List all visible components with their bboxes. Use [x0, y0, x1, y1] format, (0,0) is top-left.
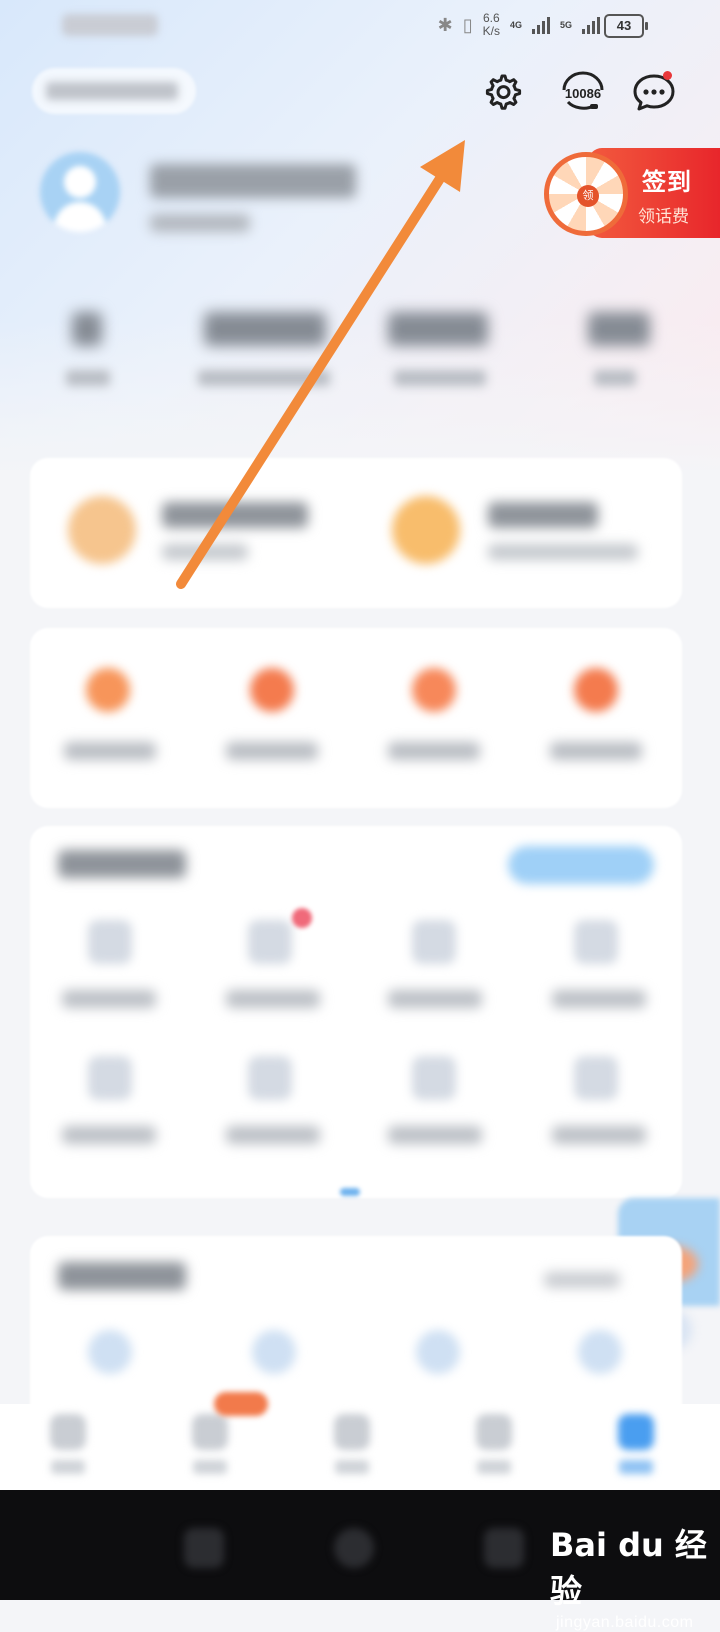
signin-banner[interactable]: 签到 领话费 领	[540, 146, 720, 240]
messages-button[interactable]	[630, 68, 678, 116]
entry-icon-blurred[interactable]	[68, 496, 136, 564]
entry-icon-blurred[interactable]	[392, 496, 460, 564]
gear-icon	[485, 74, 522, 110]
network-4g-label: 4G	[509, 20, 522, 30]
service-label-blurred	[388, 1126, 482, 1144]
signal-bars-4g-icon	[531, 16, 550, 34]
service-number-label: 10086	[564, 85, 602, 101]
entry-subtitle-blurred	[162, 544, 248, 560]
vibrate-icon: ▯	[462, 14, 473, 35]
watermark-url: jingyan.baidu.com	[556, 1614, 694, 1631]
stat-value-blurred	[588, 312, 650, 346]
entry-title-blurred	[162, 502, 308, 528]
service-label-blurred	[62, 990, 156, 1008]
recommend-icon-blurred[interactable]	[88, 1330, 132, 1374]
shortcut-label-blurred	[226, 742, 318, 760]
unread-dot	[663, 71, 672, 80]
service-icon-blurred[interactable]	[88, 1056, 132, 1100]
service-label-blurred	[552, 1126, 646, 1144]
service-icon-blurred[interactable]	[248, 1056, 292, 1100]
entry-subtitle-blurred	[488, 544, 638, 560]
nav-item-4[interactable]	[474, 1414, 514, 1480]
settings-button[interactable]	[478, 68, 526, 116]
nav-item-home[interactable]	[48, 1414, 88, 1480]
service-icon-blurred[interactable]	[574, 920, 618, 964]
service-icon-blurred[interactable]	[88, 920, 132, 964]
avatar[interactable]	[40, 152, 120, 232]
recommend-icon-blurred[interactable]	[416, 1330, 460, 1374]
prize-wheel-label: 领	[577, 185, 599, 207]
stat-label-blurred	[594, 370, 636, 386]
shortcut-label-blurred	[64, 742, 156, 760]
section-action-button-blurred[interactable]	[508, 846, 654, 884]
page-indicator	[340, 1188, 360, 1196]
prize-wheel-icon: 领	[544, 152, 628, 236]
service-label-blurred	[62, 1126, 156, 1144]
stat-value-blurred	[72, 312, 102, 346]
shortcut-icon-blurred[interactable]	[86, 668, 130, 712]
nav-item-2[interactable]	[190, 1414, 230, 1480]
shortcut-icon-blurred[interactable]	[412, 668, 456, 712]
stat-label-blurred	[394, 370, 486, 386]
service-label-blurred	[226, 1126, 320, 1144]
shortcut-icon-blurred[interactable]	[574, 668, 618, 712]
back-button[interactable]	[484, 1528, 524, 1568]
section-more-link-blurred[interactable]	[544, 1272, 620, 1288]
recent-apps-button[interactable]	[184, 1528, 224, 1568]
signin-title: 签到	[642, 169, 692, 196]
nav-item-3[interactable]	[332, 1414, 372, 1480]
service-label-blurred	[388, 990, 482, 1008]
status-time-blurred	[62, 14, 158, 36]
phone-number-blurred	[150, 164, 356, 198]
stat-value-blurred	[388, 312, 488, 346]
recommend-icon-blurred[interactable]	[578, 1330, 622, 1374]
service-icon-blurred[interactable]	[412, 1056, 456, 1100]
network-speed: 6.6 K/s	[483, 12, 500, 38]
recommend-icon-blurred[interactable]	[252, 1330, 296, 1374]
section-title-blurred	[58, 850, 186, 878]
shortcut-card	[30, 628, 682, 808]
location-pill-blurred[interactable]	[32, 68, 196, 114]
nav-badge	[214, 1392, 268, 1416]
bottom-navigation	[0, 1404, 720, 1490]
service-icon-blurred[interactable]	[574, 1056, 618, 1100]
service-label-blurred	[552, 990, 646, 1008]
stat-value-blurred	[204, 312, 326, 346]
status-bar: ✱ ▯ 6.6 K/s 4G 5G 43	[0, 0, 720, 50]
service-icon-blurred[interactable]	[248, 920, 292, 964]
battery-indicator: 43	[604, 14, 648, 38]
shortcut-icon-blurred[interactable]	[250, 668, 294, 712]
shortcut-label-blurred	[550, 742, 642, 760]
entry-title-blurred	[488, 502, 598, 528]
stat-label-blurred	[66, 370, 110, 386]
section-title-blurred	[58, 1262, 186, 1290]
nav-item-mine[interactable]	[616, 1414, 656, 1480]
service-label-blurred	[226, 990, 320, 1008]
service-icon-blurred[interactable]	[412, 920, 456, 964]
stat-label-blurred	[198, 370, 330, 386]
customer-service-button[interactable]: 10086	[554, 68, 612, 116]
watermark-brand: Bai du 经验	[550, 1526, 707, 1610]
shortcut-label-blurred	[388, 742, 480, 760]
home-button[interactable]	[334, 1528, 374, 1568]
status-icons: ✱ ▯ 6.6 K/s 4G 5G	[438, 10, 600, 40]
signal-bars-5g-icon	[582, 16, 600, 34]
service-badge-dot	[292, 908, 312, 928]
baidu-jingyan-watermark: Bai du 经验 jingyan.baidu.com	[550, 1520, 720, 1632]
network-speed-unit: K/s	[482, 24, 500, 38]
bluetooth-icon: ✱	[437, 14, 453, 35]
signin-subtitle: 领话费	[638, 207, 689, 226]
account-level-blurred	[150, 214, 250, 232]
network-5g-label: 5G	[559, 20, 572, 30]
